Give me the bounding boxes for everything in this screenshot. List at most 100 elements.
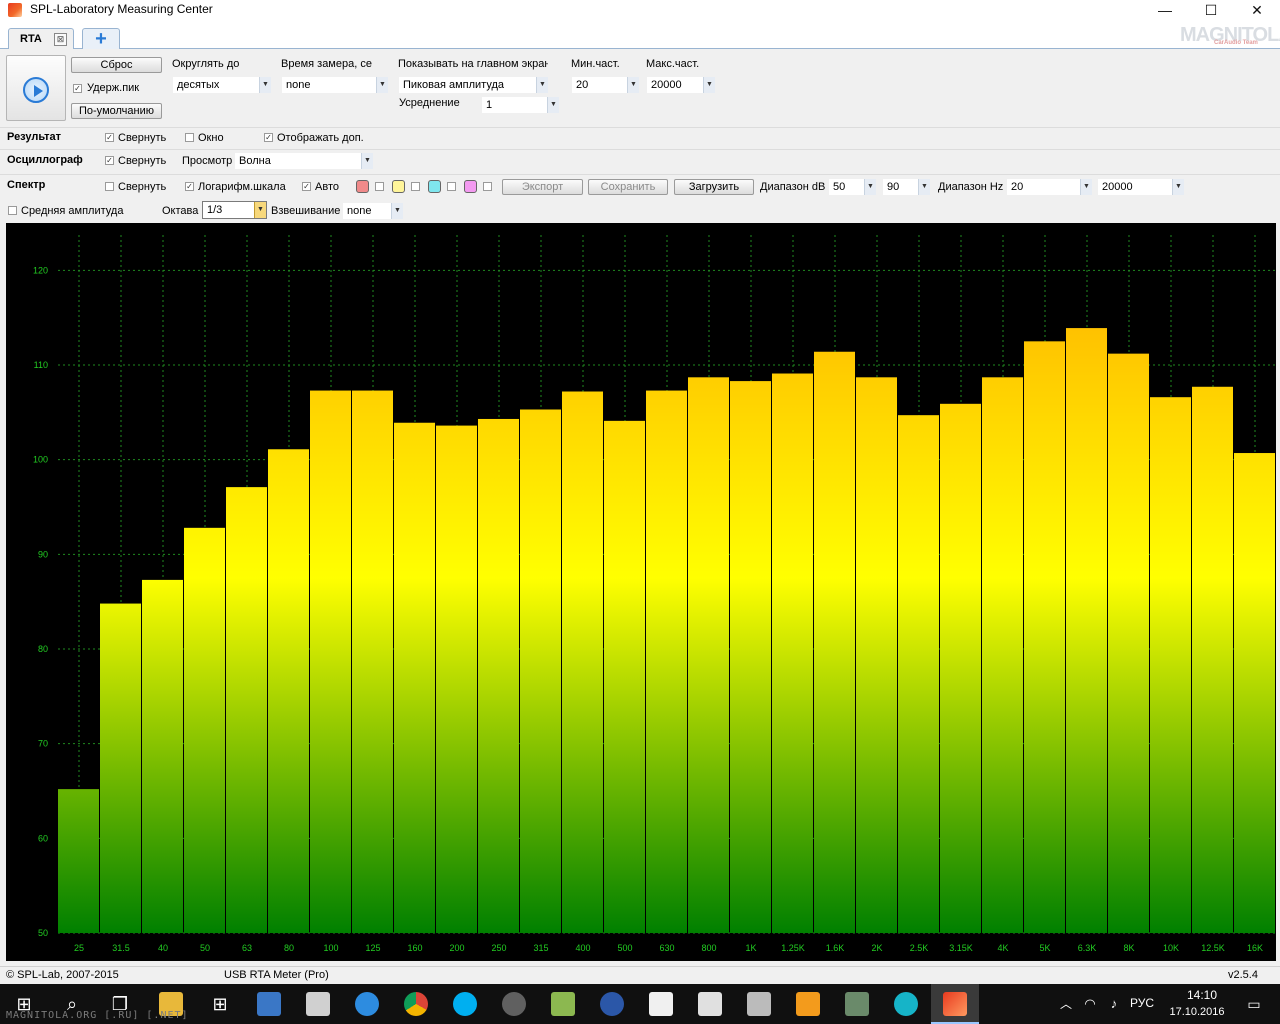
app-window: SPL-Laboratory Measuring Center — ☐ ✕ RT… xyxy=(0,0,1280,986)
y-tick-label: 120 xyxy=(33,265,48,275)
yellow-trace-checkbox[interactable] xyxy=(411,182,420,191)
x-tick-label: 1.6K xyxy=(826,943,845,953)
load-button[interactable]: Загрузить xyxy=(674,179,754,195)
x-tick-label: 500 xyxy=(617,943,632,953)
osc-view-value: Волна xyxy=(239,155,271,167)
log-scale-checkbox[interactable]: ✓ xyxy=(185,182,194,191)
chevron-down-icon: ▼ xyxy=(547,97,559,113)
default-button[interactable]: По-умолчанию xyxy=(71,103,162,119)
x-tick-label: 1.25K xyxy=(781,943,805,953)
cyan-trace-checkbox[interactable] xyxy=(447,182,456,191)
color-swatch-yellow[interactable] xyxy=(392,180,405,193)
max-freq-select[interactable]: 20000 ▼ xyxy=(646,76,716,94)
color-swatch-red[interactable] xyxy=(356,180,369,193)
fl-studio-icon[interactable] xyxy=(796,992,820,1016)
y-tick-label: 70 xyxy=(38,739,48,749)
red-trace-checkbox[interactable] xyxy=(375,182,384,191)
min-freq-select[interactable]: 20 ▼ xyxy=(571,76,640,94)
tray-language[interactable]: РУС xyxy=(1130,996,1154,1010)
close-window-button[interactable]: ✕ xyxy=(1234,0,1280,22)
eset-icon[interactable] xyxy=(894,992,918,1016)
x-tick-label: 6.3K xyxy=(1078,943,1097,953)
spectrum-bar xyxy=(688,377,729,934)
tab-close-icon[interactable]: ⊠ xyxy=(54,33,67,46)
octave-select[interactable]: 1/3 ▼ xyxy=(202,201,267,219)
add-tab-button[interactable]: + xyxy=(82,28,120,50)
round-to-select[interactable]: десятых ▼ xyxy=(172,76,272,94)
tool-app-icon[interactable] xyxy=(747,992,771,1016)
x-tick-label: 315 xyxy=(533,943,548,953)
x-tick-label: 50 xyxy=(200,943,210,953)
weighting-select[interactable]: none ▼ xyxy=(342,202,404,220)
spectrum-bar xyxy=(394,422,435,933)
spectrum-bar xyxy=(604,420,645,933)
export-button[interactable]: Экспорт xyxy=(502,179,583,195)
spl-lab-taskbar-button[interactable] xyxy=(931,984,979,1024)
tray-date[interactable]: 17.10.2016 xyxy=(1167,1006,1227,1018)
calculator-icon[interactable] xyxy=(306,992,330,1016)
result-window-label: Окно xyxy=(198,132,224,144)
show-main-select[interactable]: Пиковая амплитуда ▼ xyxy=(398,76,549,94)
skype-icon[interactable] xyxy=(453,992,477,1016)
result-window-checkbox[interactable] xyxy=(185,133,194,142)
spectrum-bar xyxy=(226,487,267,933)
db-min-select[interactable]: 50 ▼ xyxy=(828,178,877,196)
minimize-button[interactable]: — xyxy=(1142,0,1188,22)
osc-collapse-checkbox[interactable]: ✓ xyxy=(105,156,114,165)
sw-app-icon[interactable] xyxy=(600,992,624,1016)
outlook-icon[interactable] xyxy=(257,992,281,1016)
averaging-select[interactable]: 1 ▼ xyxy=(481,96,560,114)
tab-rta[interactable]: RTA ⊠ xyxy=(8,28,74,50)
spectrum-title: Спектр xyxy=(7,179,46,191)
x-tick-label: 160 xyxy=(407,943,422,953)
paint-icon[interactable] xyxy=(551,992,575,1016)
save-button[interactable]: Сохранить xyxy=(588,179,668,195)
store-icon[interactable]: ⊞ xyxy=(206,990,234,1018)
media-app-icon[interactable] xyxy=(502,992,526,1016)
grid-app-icon[interactable] xyxy=(845,992,869,1016)
osc-view-select[interactable]: Волна ▼ xyxy=(234,152,374,170)
maximize-button[interactable]: ☐ xyxy=(1188,0,1234,22)
color-swatch-cyan[interactable] xyxy=(428,180,441,193)
averaging-value: 1 xyxy=(486,99,493,111)
measure-time-select[interactable]: none ▼ xyxy=(281,76,389,94)
chevron-down-icon: ▼ xyxy=(376,77,388,93)
min-freq-label: Мин.част. xyxy=(571,58,620,70)
hold-peak-checkbox[interactable]: ✓ xyxy=(73,84,82,93)
spectrum-collapse-label: Свернуть xyxy=(118,181,167,193)
app-l-icon[interactable] xyxy=(649,992,673,1016)
y-tick-label: 60 xyxy=(38,833,48,843)
spectrum-bar xyxy=(646,390,687,933)
play-button[interactable] xyxy=(6,55,66,121)
x-tick-label: 100 xyxy=(323,943,338,953)
y-tick-label: 110 xyxy=(34,360,48,370)
chevron-down-icon: ▼ xyxy=(703,77,715,93)
control-panel: Сброс ✓ Удерж.пик По-умолчанию Округлять… xyxy=(0,49,1280,127)
osc-collapse-label: Свернуть xyxy=(118,155,167,167)
auto-checkbox[interactable]: ✓ xyxy=(302,182,311,191)
pink-trace-checkbox[interactable] xyxy=(483,182,492,191)
fox-app-icon[interactable] xyxy=(698,992,722,1016)
spectrum-bar xyxy=(1234,453,1275,933)
tray-time[interactable]: 14:10 xyxy=(1180,988,1224,1002)
chrome-icon[interactable] xyxy=(404,992,428,1016)
spectrum-collapse-checkbox[interactable] xyxy=(105,182,114,191)
spectrum-bar xyxy=(478,418,519,933)
volume-icon[interactable]: ♪ xyxy=(1100,990,1128,1018)
result-collapse-checkbox[interactable]: ✓ xyxy=(105,133,114,142)
zoom-app-icon[interactable] xyxy=(355,992,379,1016)
hz-min-select[interactable]: 20 ▼ xyxy=(1006,178,1093,196)
reset-button[interactable]: Сброс xyxy=(71,57,162,73)
spectrum-bar xyxy=(436,425,477,933)
color-swatch-pink[interactable] xyxy=(464,180,477,193)
avg-amplitude-checkbox[interactable] xyxy=(8,206,17,215)
spectrum-bar xyxy=(1024,341,1065,933)
spectrum-bar xyxy=(856,377,897,934)
spectrum-bar xyxy=(772,373,813,933)
show-extra-label: Отображать доп. xyxy=(277,132,364,144)
notifications-icon[interactable]: ▭ xyxy=(1240,990,1268,1018)
db-max-select[interactable]: 90 ▼ xyxy=(882,178,931,196)
show-extra-checkbox[interactable]: ✓ xyxy=(264,133,273,142)
x-tick-label: 250 xyxy=(491,943,506,953)
hz-max-select[interactable]: 20000 ▼ xyxy=(1097,178,1185,196)
